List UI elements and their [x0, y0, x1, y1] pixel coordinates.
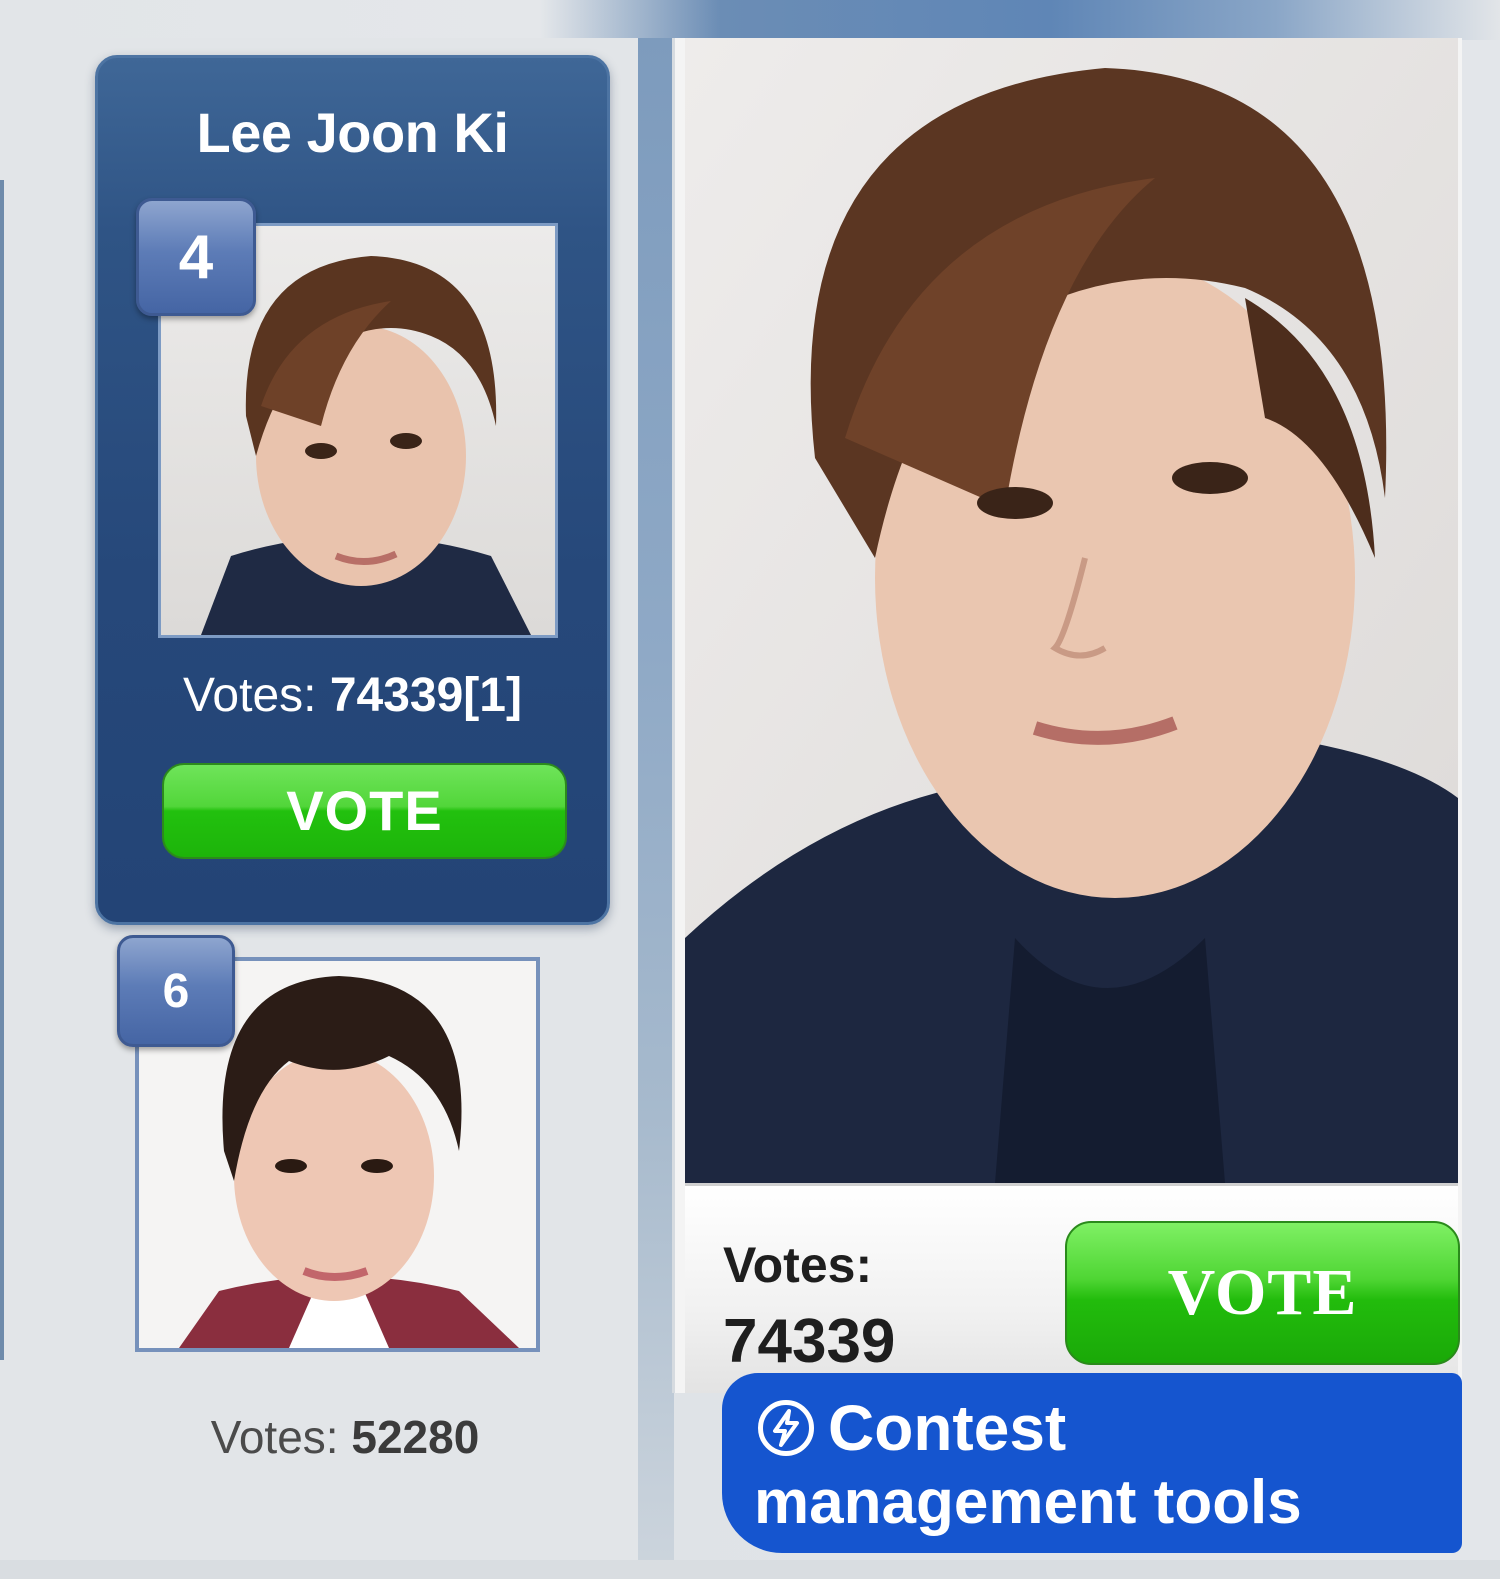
rank-badge: 4 [136, 198, 256, 316]
votes-label-2: Votes: [210, 1411, 352, 1463]
votes-count: Votes: 74339[1] [98, 668, 607, 723]
votes-count-2: Votes: 52280 [95, 1410, 595, 1464]
contestant-card[interactable]: Lee Joon Ki 4 Votes: 74339[1] VOTE [95, 55, 610, 925]
detail-vote-button[interactable]: VOTE [1065, 1221, 1460, 1365]
tools-label-1: Contest [828, 1392, 1067, 1464]
vote-button[interactable]: VOTE [162, 763, 567, 859]
bottom-strip [0, 1560, 1500, 1579]
tools-line-1: Contest [758, 1391, 1066, 1465]
contestant-name: Lee Joon Ki [196, 101, 509, 164]
votes-label: Votes: [183, 669, 330, 722]
large-photo[interactable] [685, 38, 1458, 1183]
top-band [0, 0, 1500, 40]
tools-label-2: management tools [754, 1468, 1302, 1537]
contestant-detail-panel: Votes: 74339 VOTE [672, 38, 1462, 1393]
detail-votes-value: 74339 [723, 1307, 896, 1376]
large-portrait-image [685, 38, 1458, 1183]
contest-management-tools-button[interactable]: Contest management tools [722, 1373, 1462, 1553]
votes-value: 74339[1] [329, 669, 522, 722]
detail-footer: Votes: 74339 VOTE [685, 1183, 1460, 1393]
left-edge [0, 180, 4, 1360]
rank-badge-2: 6 [117, 935, 235, 1047]
panel-divider [638, 38, 674, 1579]
votes-value-2: 52280 [351, 1411, 480, 1463]
lightning-circle-icon [758, 1400, 814, 1456]
detail-votes-label: Votes: [723, 1237, 873, 1293]
